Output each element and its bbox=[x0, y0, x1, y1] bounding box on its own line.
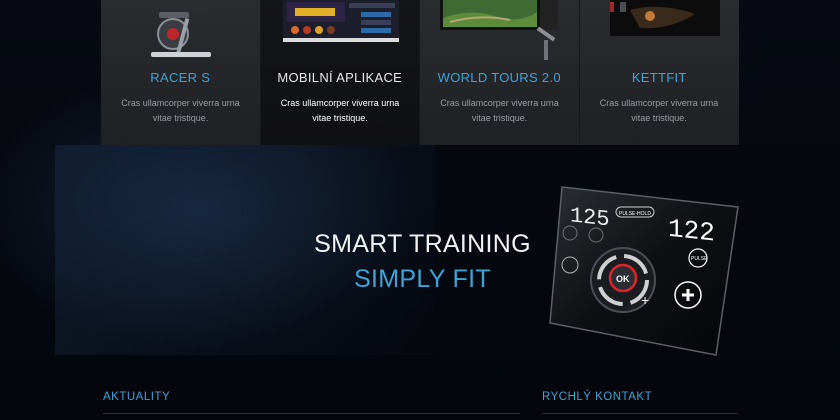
pulse-label: PULSE bbox=[691, 256, 708, 262]
tablet-map-image bbox=[440, 0, 560, 60]
ok-label: OK bbox=[616, 274, 630, 284]
right-readout: 122 bbox=[668, 214, 715, 249]
product-title: MOBILNÍ APLIKACE bbox=[277, 70, 403, 85]
news-divider bbox=[103, 413, 520, 414]
left-readout: 125 bbox=[570, 203, 610, 232]
product-title: RACER S bbox=[150, 70, 211, 85]
product-title: KETTFIT bbox=[631, 70, 687, 85]
hero-title: SMART TRAINING bbox=[314, 230, 531, 258]
contact-section-title: RYCHLÝ KONTAKT bbox=[542, 391, 653, 403]
hero-subtitle: SIMPLY FIT bbox=[354, 265, 491, 293]
product-card-kettfit[interactable]: KETTFIT Cras ullamcorper viverra urna vi… bbox=[579, 0, 739, 145]
mode-label: PULSE·HOLD bbox=[619, 211, 651, 217]
product-card-world-tours[interactable]: WORLD TOURS 2.0 Cras ullamcorper viverra… bbox=[420, 0, 580, 145]
training-console-image: 125 122 PULSE·HOLD PULSE OK + bbox=[548, 185, 743, 357]
product-description: Cras ullamcorper viverra urna vitae tris… bbox=[440, 98, 559, 123]
product-description: Cras ullamcorper viverra urna vitae tris… bbox=[280, 98, 400, 123]
contact-divider bbox=[542, 413, 738, 414]
product-description: Cras ullamcorper viverra urna vitae tris… bbox=[121, 98, 240, 123]
product-card-mobile-app[interactable]: MOBILNÍ APLIKACE Cras ullamcorper viverr… bbox=[260, 0, 420, 145]
svg-text:+: + bbox=[641, 292, 649, 308]
product-cards: RACER S Cras ullamcorper viverra urna vi… bbox=[101, 0, 739, 145]
mobile-app-screenshot bbox=[281, 0, 401, 60]
product-card-racer-s[interactable]: RACER S Cras ullamcorper viverra urna vi… bbox=[101, 0, 261, 145]
product-title: WORLD TOURS 2.0 bbox=[437, 70, 561, 85]
kettfit-device-image bbox=[600, 0, 720, 60]
exercise-bike-image bbox=[121, 0, 241, 60]
product-description: Cras ullamcorper viverra urna vitae tris… bbox=[599, 98, 719, 123]
news-section-title: AKTUALITY bbox=[103, 391, 171, 403]
